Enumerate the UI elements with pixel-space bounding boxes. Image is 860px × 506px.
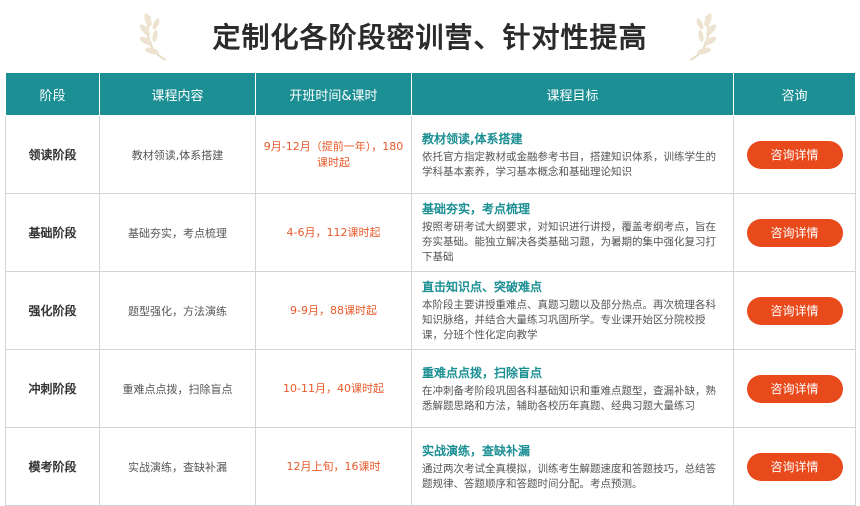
stage-cell: 领读阶段 (5, 115, 100, 194)
goal-title: 实战演练，查缺补漏 (422, 443, 531, 458)
table-row: 领读阶段 教材领读,体系搭建 9月-12月（提前一年），180课时起 教材领读,… (5, 115, 856, 194)
column-header: 阶段 (5, 72, 100, 116)
content-cell: 基础夯实，考点梳理 (99, 193, 256, 272)
table-row: 强化阶段 题型强化，方法演练 9-9月，88课时起 直击知识点、突破难点 本阶段… (5, 271, 856, 350)
content-cell: 教材领读,体系搭建 (99, 115, 256, 194)
goal-title: 重难点点拨，扫除盲点 (422, 365, 543, 380)
goal-cell: 教材领读,体系搭建 依托官方指定教材或金融参考书目，搭建知识体系，训练学生的学科… (411, 115, 734, 194)
goal-cell: 基础夯实，考点梳理 按照考研考试大纲要求，对知识进行讲授，覆盖考纲考点，旨在夯实… (411, 193, 734, 272)
laurel-icon (689, 13, 717, 61)
goal-description: 依托官方指定教材或金融参考书目，搭建知识体系，训练学生的学科基本素养，学习基本概… (422, 150, 716, 178)
page-title: 定制化各阶段密训营、针对性提高 (212, 21, 648, 54)
time-cell: 9月-12月（提前一年），180课时起 (255, 115, 412, 194)
table-row: 冲刺阶段 重难点点拨，扫除盲点 10-11月，40课时起 重难点点拨，扫除盲点 … (5, 349, 856, 428)
stage-cell: 模考阶段 (5, 427, 100, 506)
consult-cell: 咨询详情 (733, 271, 856, 350)
stage-cell: 强化阶段 (5, 271, 100, 350)
consult-details-button[interactable]: 咨询详情 (746, 296, 843, 325)
table-header-row: 阶段 课程内容 开班时间&课时 课程目标 咨询 (5, 72, 856, 116)
consult-details-button[interactable]: 咨询详情 (746, 218, 843, 247)
title-bar: 定制化各阶段密训营、针对性提高 (0, 0, 860, 72)
content-cell: 实战演练，查缺补漏 (99, 427, 256, 506)
goal-cell: 实战演练，查缺补漏 通过两次考试全真模拟，训练考生解题速度和答题技巧，总结答题规… (411, 427, 734, 506)
column-header: 课程目标 (411, 72, 734, 116)
consult-cell: 咨询详情 (733, 427, 856, 506)
goal-cell: 重难点点拨，扫除盲点 在冲刺备考阶段巩固各科基础知识和重难点题型，查漏补缺，熟悉… (411, 349, 734, 428)
goal-title: 直击知识点、突破难点 (422, 280, 543, 294)
consult-details-button[interactable]: 咨询详情 (746, 452, 843, 481)
goal-title: 教材领读,体系搭建 (422, 131, 523, 146)
time-cell: 10-11月，40课时起 (255, 349, 412, 428)
stage-cell: 基础阶段 (5, 193, 100, 272)
goal-description: 按照考研考试大纲要求，对知识进行讲授，覆盖考纲考点，旨在夯实基础。能独立解决各类… (422, 221, 716, 263)
goal-description: 在冲刺备考阶段巩固各科基础知识和重难点题型，查漏补缺，熟悉解题思路和方法，辅助各… (422, 384, 716, 412)
column-header: 开班时间&课时 (255, 72, 412, 116)
consult-cell: 咨询详情 (733, 193, 856, 272)
time-cell: 12月上旬，16课时 (255, 427, 412, 506)
table-row: 基础阶段 基础夯实，考点梳理 4-6月，112课时起 基础夯实，考点梳理 按照考… (5, 193, 856, 272)
column-header: 课程内容 (99, 72, 256, 116)
consult-cell: 咨询详情 (733, 115, 856, 194)
consult-details-button[interactable]: 咨询详情 (746, 374, 843, 403)
stage-cell: 冲刺阶段 (5, 349, 100, 428)
time-cell: 4-6月，112课时起 (255, 193, 412, 272)
goal-description: 通过两次考试全真模拟，训练考生解题速度和答题技巧，总结答题规律、答题顺序和答题时… (422, 462, 716, 490)
column-header: 咨询 (733, 72, 856, 116)
goal-description: 本阶段主要讲授重难点、真题习题以及部分热点。再次梳理各科知识脉络，并结合大量练习… (422, 299, 716, 341)
goal-cell: 直击知识点、突破难点 本阶段主要讲授重难点、真题习题以及部分热点。再次梳理各科知… (411, 271, 734, 350)
consult-details-button[interactable]: 咨询详情 (746, 140, 843, 169)
goal-title: 基础夯实，考点梳理 (422, 202, 531, 216)
consult-cell: 咨询详情 (733, 349, 856, 428)
table-row: 模考阶段 实战演练，查缺补漏 12月上旬，16课时 实战演练，查缺补漏 通过两次… (5, 427, 856, 506)
laurel-icon (139, 13, 167, 61)
time-cell: 9-9月，88课时起 (255, 271, 412, 350)
content-cell: 题型强化，方法演练 (99, 271, 256, 350)
content-cell: 重难点点拨，扫除盲点 (99, 349, 256, 428)
course-table: 阶段 课程内容 开班时间&课时 课程目标 咨询 领读阶段 教材领读,体系搭建 9… (5, 72, 856, 506)
